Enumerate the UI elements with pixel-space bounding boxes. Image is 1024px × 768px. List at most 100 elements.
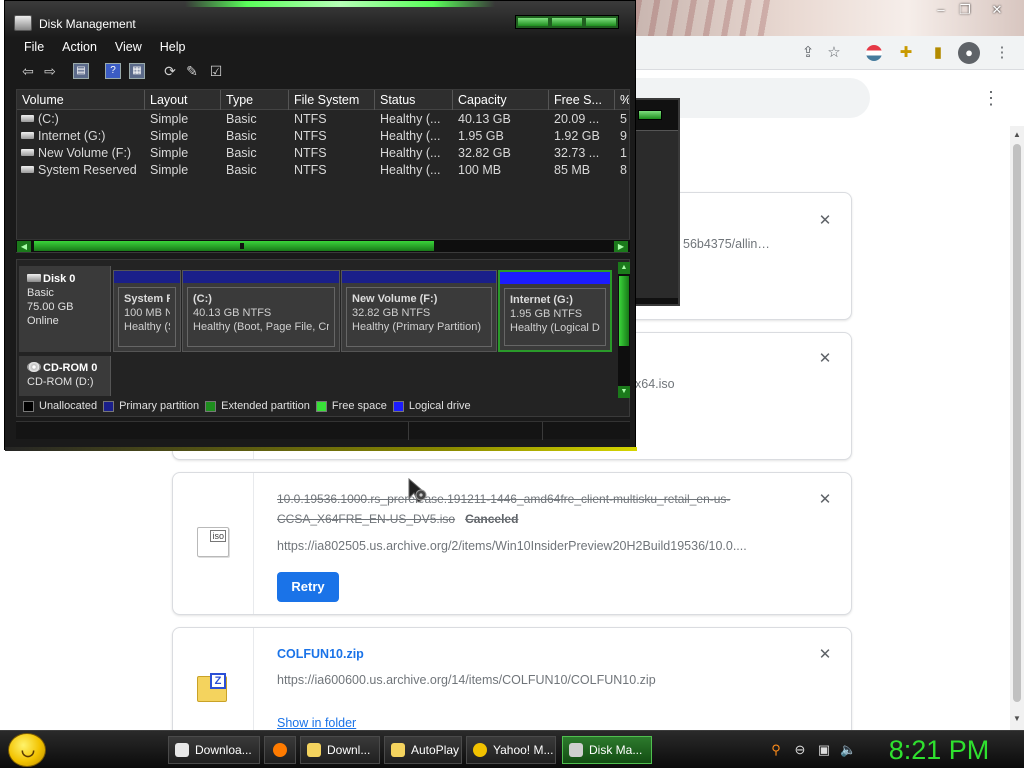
column-status[interactable]: Status: [375, 90, 453, 110]
start-button[interactable]: ◡: [8, 733, 46, 767]
bookmark-star-icon[interactable]: ☆: [824, 43, 844, 63]
background-window[interactable]: [634, 98, 680, 306]
scroll-down-icon[interactable]: ▼: [1010, 712, 1024, 726]
menu-action[interactable]: Action: [53, 37, 106, 57]
minimize-button[interactable]: [518, 18, 548, 26]
scroll-right-icon[interactable]: ▶: [614, 241, 628, 252]
extension-flag-icon[interactable]: [866, 45, 882, 61]
taskbar-item-chrome-downloads[interactable]: Downloa...: [168, 736, 260, 764]
table-row[interactable]: System Reserved Simple Basic NTFS Health…: [17, 162, 629, 179]
scrollbar-thumb[interactable]: [1013, 144, 1021, 702]
console-tree-icon[interactable]: ▤: [73, 63, 89, 79]
table-row[interactable]: (C:) Simple Basic NTFS Healthy (... 40.1…: [17, 111, 629, 128]
partition-system-reserved[interactable]: System R 100 MB NTF Healthy (Sy: [113, 270, 181, 352]
downloads-more-icon[interactable]: ⋮: [982, 88, 1000, 108]
refresh-icon[interactable]: ⟳: [161, 62, 179, 80]
column-layout[interactable]: Layout: [145, 90, 221, 110]
column-type[interactable]: Type: [221, 90, 289, 110]
menu-help[interactable]: Help: [151, 37, 195, 57]
download-url[interactable]: https://ia600600.us.archive.org/14/items…: [277, 673, 777, 687]
column-percent[interactable]: %: [615, 90, 629, 110]
search-icon[interactable]: ⚲: [768, 742, 784, 758]
layout-cell: Simple: [150, 146, 189, 160]
partition-f[interactable]: New Volume (F:) 32.82 GB NTFS Healthy (P…: [341, 270, 497, 352]
cdrom-0-label[interactable]: CD-ROM 0 CD-ROM (D:): [19, 356, 111, 396]
legend-item: Primary partition: [103, 400, 199, 412]
download-filename[interactable]: 10.0.19536.1000.rs_prerelease.191211-144…: [277, 489, 777, 529]
taskbar-item-disk-management[interactable]: Disk Ma...: [562, 736, 652, 764]
disk-0-label[interactable]: Disk 0 Basic 75.00 GB Online: [19, 266, 111, 352]
table-row[interactable]: Internet (G:) Simple Basic NTFS Healthy …: [17, 128, 629, 145]
fs-cell: NTFS: [294, 163, 327, 177]
scroll-left-icon[interactable]: ◀: [17, 241, 31, 252]
disk-name: Disk 0: [43, 273, 76, 285]
minus-circle-icon[interactable]: ⊖: [792, 742, 808, 758]
column-free-space[interactable]: Free S...: [549, 90, 615, 110]
page-scrollbar[interactable]: ▲ ▼: [1010, 126, 1024, 730]
menu-file[interactable]: File: [15, 37, 53, 57]
volume-icon[interactable]: 🔈: [840, 742, 856, 758]
sidebar-panel-icon[interactable]: ▮: [928, 43, 948, 63]
scrollbar-thumb[interactable]: [619, 276, 629, 346]
retry-button[interactable]: Retry: [277, 572, 339, 602]
window-controls: [515, 15, 619, 29]
clock[interactable]: 8:21 PM: [884, 733, 994, 767]
remove-download-icon[interactable]: ✕: [817, 213, 833, 229]
show-in-folder-link[interactable]: Show in folder: [277, 716, 356, 730]
share-icon[interactable]: ⇪: [798, 43, 818, 63]
table-row[interactable]: New Volume (F:) Simple Basic NTFS Health…: [17, 145, 629, 162]
partition-g[interactable]: Internet (G:) 1.95 GB NTFS Healthy (Logi…: [498, 270, 612, 352]
type-cell: Basic: [226, 146, 257, 160]
close-icon[interactable]: ✕: [986, 2, 1008, 18]
remove-download-icon[interactable]: ✕: [817, 647, 833, 663]
kebab-menu-icon[interactable]: ⋮: [992, 43, 1012, 63]
drive-icon: [21, 166, 34, 173]
close-button[interactable]: [586, 18, 616, 26]
column-capacity[interactable]: Capacity: [453, 90, 549, 110]
scroll-up-icon[interactable]: ▲: [618, 262, 630, 274]
column-file-system[interactable]: File System: [289, 90, 375, 110]
rescan-icon[interactable]: ✎: [183, 62, 201, 80]
check-icon[interactable]: ☑: [207, 62, 225, 80]
taskbar-item-label: AutoPlay: [411, 743, 460, 757]
minimize-icon[interactable]: –: [930, 2, 952, 18]
forward-arrow-icon[interactable]: ⇨: [41, 62, 59, 80]
scroll-up-icon[interactable]: ▲: [1010, 128, 1024, 142]
properties-icon[interactable]: ▦: [129, 63, 145, 79]
remove-download-icon[interactable]: ✕: [817, 492, 833, 508]
taskbar-item-downloads-folder[interactable]: Downl...: [300, 736, 380, 764]
iso-file-icon: iso: [197, 527, 229, 557]
profile-avatar-icon[interactable]: ●: [958, 42, 980, 64]
maximize-button[interactable]: [552, 18, 582, 26]
extensions-puzzle-icon[interactable]: ✚: [896, 43, 916, 63]
legend-item: Extended partition: [205, 400, 310, 412]
capacity-cell: 32.82 GB: [458, 146, 511, 160]
download-filename-link[interactable]: COLFUN10.zip: [277, 647, 364, 661]
scrollbar-thumb[interactable]: [34, 241, 434, 251]
zip-file-icon-label: Z: [210, 673, 226, 689]
download-url[interactable]: 56b4375/allin…: [683, 237, 770, 251]
menu-view[interactable]: View: [106, 37, 151, 57]
volume-list-horizontal-scrollbar[interactable]: ◀ ▶: [16, 239, 630, 252]
back-arrow-icon[interactable]: ⇦: [19, 62, 37, 80]
disk-view-vertical-scrollbar[interactable]: ▲ ▼: [618, 262, 630, 398]
taskbar-item-autoplay[interactable]: AutoPlay: [384, 736, 462, 764]
partition-c[interactable]: (C:) 40.13 GB NTFS Healthy (Boot, Page F…: [182, 270, 340, 352]
taskbar-item-firefox[interactable]: [264, 736, 296, 764]
partition-status: Healthy (Boot, Page File, Cras: [193, 321, 329, 333]
column-volume[interactable]: Volume: [17, 90, 145, 110]
taskbar-item-yahoo-messenger[interactable]: Yahoo! M...: [466, 736, 556, 764]
maximize-icon[interactable]: ❐: [954, 2, 976, 18]
window-controls[interactable]: [638, 110, 662, 120]
help-icon[interactable]: ?: [105, 63, 121, 79]
download-url[interactable]: x64.iso: [635, 377, 675, 391]
network-icon[interactable]: ▣: [816, 742, 832, 758]
legend-swatch: [205, 400, 217, 412]
download-url[interactable]: https://ia802505.us.archive.org/2/items/…: [277, 539, 777, 553]
download-icon-column: Z: [173, 628, 254, 736]
smiley-icon: [473, 743, 487, 757]
legend-item: Free space: [315, 400, 387, 412]
window-titlebar[interactable]: Disk Management: [5, 1, 635, 37]
drive-icon: [21, 115, 34, 122]
remove-download-icon[interactable]: ✕: [817, 351, 833, 367]
